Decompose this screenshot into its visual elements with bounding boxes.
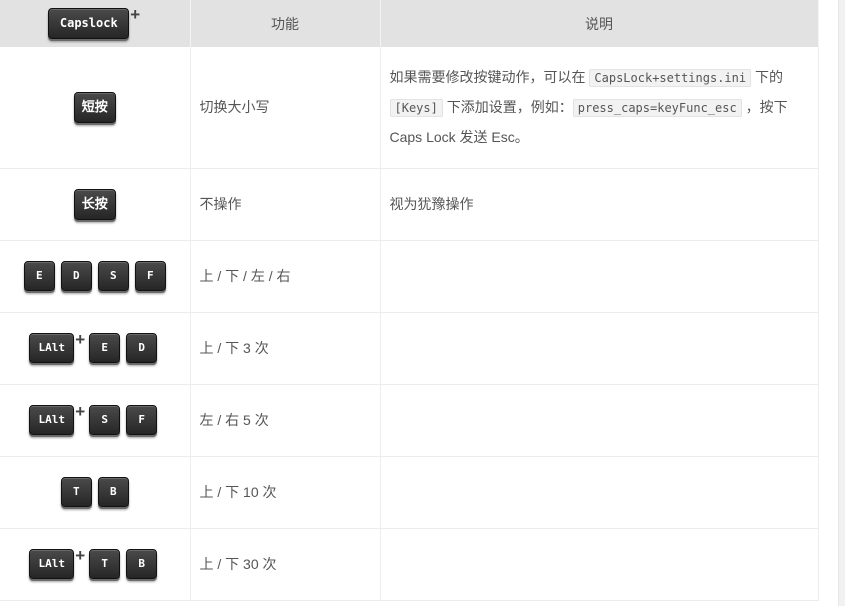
plus-sign: + bbox=[75, 402, 86, 421]
code-settings-file: CapsLock+settings.ini bbox=[589, 68, 752, 87]
key-cell: 长按 bbox=[0, 168, 191, 241]
key-s: S bbox=[97, 261, 129, 291]
key-lalt: LAlt bbox=[29, 333, 75, 363]
table-row: LAlt + T B 上 / 下 30 次 bbox=[0, 528, 819, 601]
header-key-cell: Capslock + bbox=[0, 0, 191, 47]
key-long-press: 长按 bbox=[73, 188, 116, 220]
plus-sign: + bbox=[130, 5, 141, 24]
func-cell: 上 / 下 / 左 / 右 bbox=[190, 240, 381, 313]
key-e: E bbox=[89, 333, 121, 363]
scrollbar-thumb[interactable] bbox=[838, 0, 845, 606]
func-cell: 左 / 右 5 次 bbox=[190, 384, 381, 457]
table-row: LAlt + S F 左 / 右 5 次 bbox=[0, 384, 819, 457]
key-s: S bbox=[89, 405, 121, 435]
header-desc: 说明 bbox=[380, 0, 819, 47]
code-example: press_caps=keyFunc_esc bbox=[572, 98, 742, 117]
func-cell: 不操作 bbox=[190, 168, 381, 241]
key-d: D bbox=[126, 333, 158, 363]
func-cell: 切换大小写 bbox=[190, 47, 381, 169]
key-f: F bbox=[134, 261, 166, 291]
desc-cell bbox=[380, 384, 819, 457]
key-t: T bbox=[89, 549, 121, 579]
key-cell: 短按 bbox=[0, 47, 191, 169]
desc-cell bbox=[380, 456, 819, 529]
key-lalt: LAlt bbox=[29, 405, 75, 435]
key-b: B bbox=[126, 549, 158, 579]
desc-text: 下的 bbox=[755, 68, 783, 85]
code-keys-section: [Keys] bbox=[389, 98, 443, 117]
key-lalt: LAlt bbox=[29, 549, 75, 579]
table-row: EDSF 上 / 下 / 左 / 右 bbox=[0, 240, 819, 313]
table-header-row: Capslock + 功能 说明 bbox=[0, 0, 819, 47]
desc-cell: 如果需要修改按键动作，可以在 CapsLock+settings.ini 下的 [… bbox=[380, 47, 819, 169]
desc-cell bbox=[380, 312, 819, 385]
table-row: 短按 切换大小写 如果需要修改按键动作，可以在 CapsLock+setting… bbox=[0, 47, 819, 169]
desc-cell bbox=[380, 528, 819, 601]
key-cell: EDSF bbox=[0, 240, 191, 313]
plus-sign: + bbox=[75, 330, 86, 349]
key-t: T bbox=[60, 477, 92, 507]
capslock-key: Capslock bbox=[48, 8, 130, 39]
key-cell: LAlt + S F bbox=[0, 384, 191, 457]
key-cell: TB bbox=[0, 456, 191, 529]
key-b: B bbox=[97, 477, 129, 507]
table-row: TB 上 / 下 10 次 bbox=[0, 456, 819, 529]
key-cell: LAlt + E D bbox=[0, 312, 191, 385]
table-row: LAlt + E D 上 / 下 3 次 bbox=[0, 312, 819, 385]
key-e: E bbox=[23, 261, 55, 291]
desc-text: 如果需要修改按键动作，可以在 bbox=[389, 68, 586, 85]
shortcut-table: Capslock + 功能 说明 短按 切换大小写 如果需要修改按键动作，可以在 … bbox=[0, 0, 819, 601]
table-row: 长按 不操作 视为犹豫操作 bbox=[0, 168, 819, 241]
key-short-press: 短按 bbox=[73, 91, 116, 123]
func-cell: 上 / 下 30 次 bbox=[190, 528, 381, 601]
plus-sign: + bbox=[75, 546, 86, 565]
func-cell: 上 / 下 10 次 bbox=[190, 456, 381, 529]
key-cell: LAlt + T B bbox=[0, 528, 191, 601]
func-cell: 上 / 下 3 次 bbox=[190, 312, 381, 385]
desc-cell: 视为犹豫操作 bbox=[380, 168, 819, 241]
key-f: F bbox=[126, 405, 158, 435]
header-func: 功能 bbox=[190, 0, 381, 47]
desc-cell bbox=[380, 240, 819, 313]
key-d: D bbox=[60, 261, 92, 291]
desc-text: 下添加设置，例如： bbox=[446, 98, 573, 115]
